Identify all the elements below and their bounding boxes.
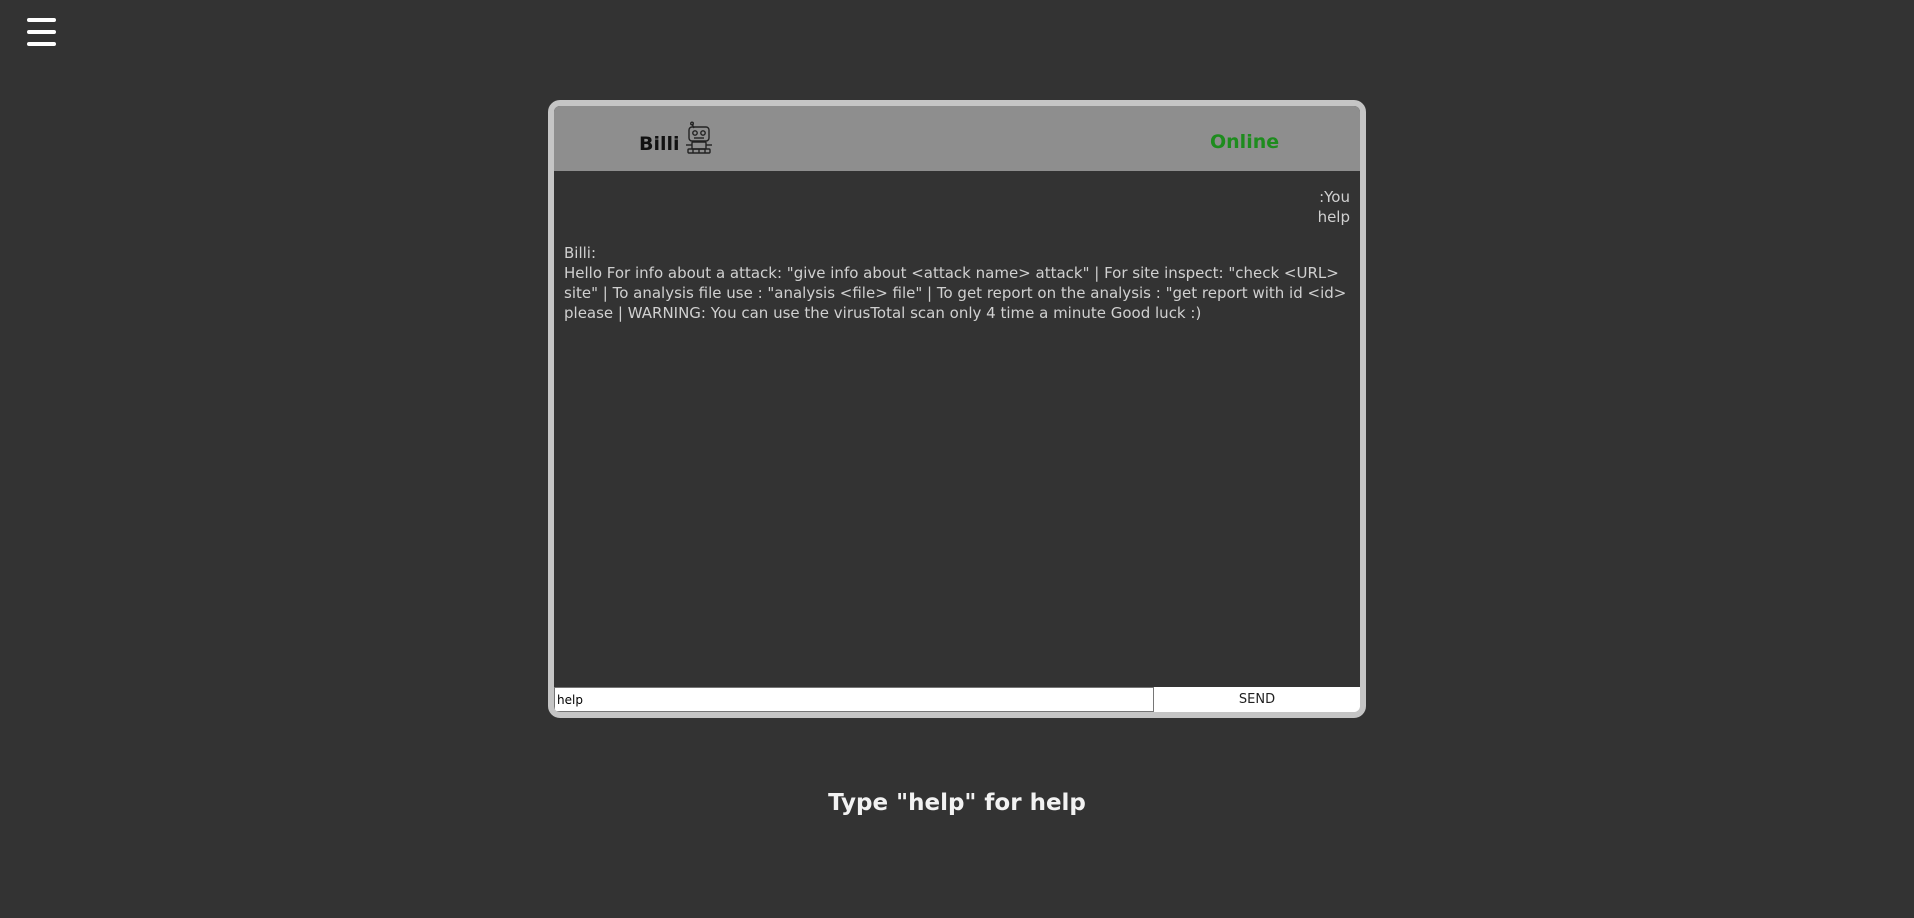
composer: SEND <box>554 687 1360 712</box>
help-hint: Type "help" for help <box>828 790 1086 816</box>
menu-bar-top <box>27 18 56 22</box>
chat-window: Billi Online:You help Billi: Hello For … <box>548 100 1366 718</box>
status-online: Online <box>1210 131 1280 153</box>
bot-name: Billi <box>639 133 680 155</box>
bot-message-label: Billi: <box>564 244 597 262</box>
send-button[interactable]: SEND <box>1154 687 1360 712</box>
chat-header: Billi Online <box>554 106 1360 171</box>
message-list: :You help Billi: Hello For info about a … <box>554 171 1360 687</box>
user-message-label: :You <box>1319 188 1350 206</box>
hamburger-menu-icon[interactable] <box>27 18 57 46</box>
bot-message: Billi: Hello For info about a attack: "g… <box>564 243 1350 323</box>
robot-icon <box>682 121 716 155</box>
message-input[interactable] <box>554 687 1154 712</box>
page: Billi Online:You help Billi: Hello For … <box>0 0 1914 918</box>
bot-message-text: Hello For info about a attack: "give inf… <box>564 264 1347 322</box>
user-message-text: help <box>1317 208 1350 226</box>
menu-bar-middle <box>27 30 56 34</box>
user-message: :You help <box>1318 187 1350 227</box>
menu-bar-bottom <box>27 42 56 46</box>
